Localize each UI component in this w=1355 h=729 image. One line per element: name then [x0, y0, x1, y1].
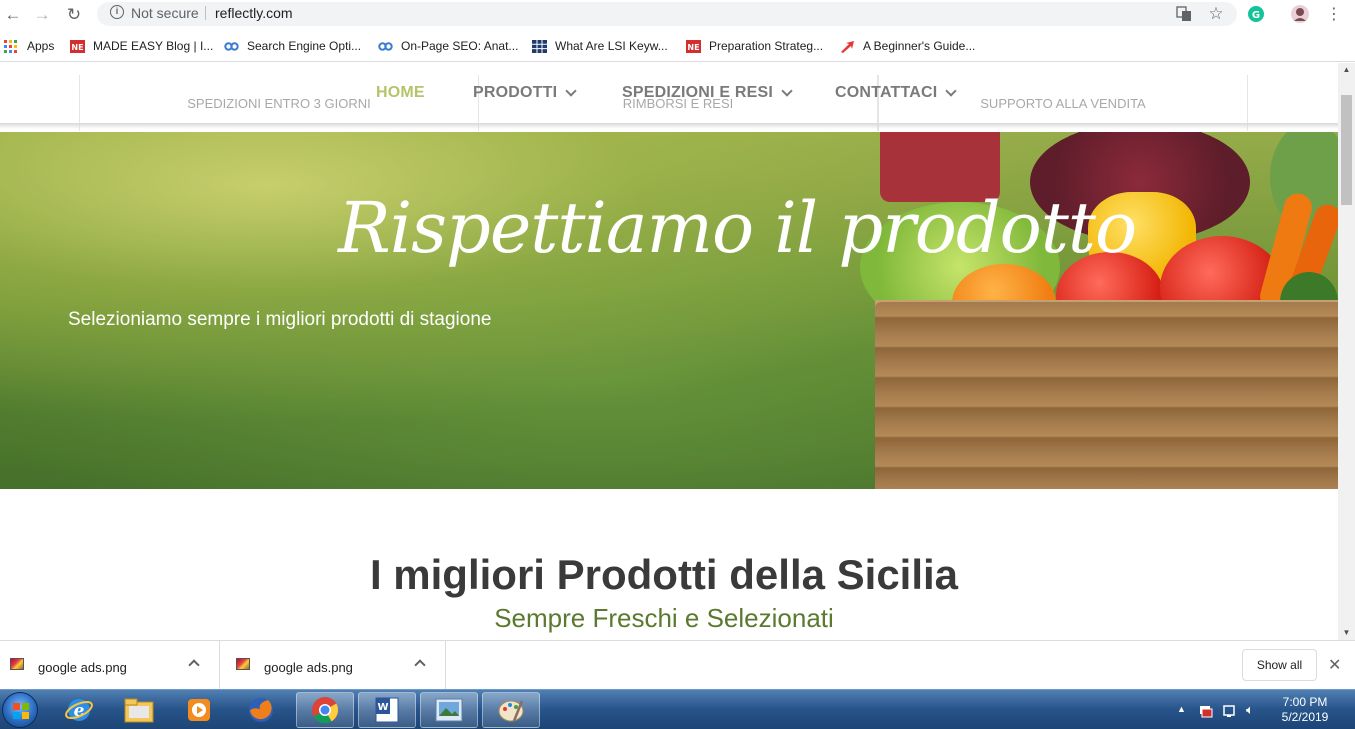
- firefox-icon[interactable]: [232, 692, 290, 728]
- url-text[interactable]: reflectly.com: [215, 5, 293, 21]
- made-easy-icon: NE: [686, 39, 701, 53]
- start-button[interactable]: [2, 692, 38, 728]
- bookmark-label: A Beginner's Guide...: [863, 39, 976, 53]
- chevron-down-icon: [781, 84, 793, 97]
- download-item[interactable]: google ads.png: [0, 641, 220, 690]
- download-filename: google ads.png: [38, 660, 127, 675]
- bookmark-label: Apps: [27, 39, 55, 53]
- chevron-up-icon[interactable]: [414, 659, 426, 671]
- nav-spedizioni[interactable]: SPEDIZIONI E RESI: [622, 84, 793, 102]
- info-icon[interactable]: i: [110, 5, 124, 19]
- bookmark-apps[interactable]: Apps: [4, 38, 54, 54]
- section-title: I migliori Prodotti della Sicilia: [369, 551, 959, 598]
- bookmark-preparation-strategy[interactable]: NE Preparation Strateg...: [686, 38, 823, 54]
- crate-box: [875, 302, 1338, 489]
- chrome-icon[interactable]: [296, 692, 354, 728]
- browser-toolbar: ← → ↻ i Not secure reflectly.com ☆ G ⋮: [0, 0, 1355, 30]
- back-arrow-icon[interactable]: ←: [2, 4, 24, 26]
- show-all-button[interactable]: Show all: [1242, 649, 1317, 681]
- chevron-down-icon: [945, 84, 958, 97]
- menu-shadow: [0, 123, 1338, 129]
- bookmark-label: Search Engine Opti...: [247, 39, 362, 53]
- nav-contattaci[interactable]: CONTATTACI: [835, 84, 958, 102]
- system-clock[interactable]: 7:00 PM 5/2/2019: [1270, 695, 1340, 725]
- svg-text:NE: NE: [687, 43, 699, 52]
- windows-taskbar: e W ▲ 🔈︎ 7:00 PM 5/2/2019: [0, 689, 1355, 729]
- download-filename: google ads.png: [264, 660, 353, 675]
- svg-text:NE: NE: [71, 43, 83, 52]
- hero-subtitle: Selezioniamo sempre i migliori prodotti …: [68, 309, 492, 330]
- bookmark-on-page-seo[interactable]: On-Page SEO: Anat...: [378, 38, 518, 54]
- svg-text:G: G: [1252, 10, 1260, 21]
- main-navigation: HOME PRODOTTI SPEDIZIONI E RESI CONTATTA…: [0, 63, 1338, 132]
- bookmark-lsi-keywords[interactable]: What Are LSI Keyw...: [532, 38, 668, 54]
- tray-expand-icon[interactable]: ▲: [1177, 704, 1186, 714]
- internet-explorer-icon[interactable]: e: [50, 692, 108, 728]
- chevron-down-icon: [565, 84, 577, 97]
- section-subtitle: Sempre Freschi e Selezionati: [494, 603, 834, 633]
- bookmark-label: On-Page SEO: Anat...: [401, 39, 519, 53]
- file-explorer-icon[interactable]: [110, 692, 168, 728]
- apps-grid-icon: [4, 39, 19, 53]
- reload-icon[interactable]: ↻: [63, 4, 85, 26]
- volume-icon[interactable]: 🔈︎: [1246, 702, 1254, 718]
- grid-icon: [532, 39, 547, 53]
- windows-logo-icon: [13, 703, 29, 719]
- hero-title: Rispettiamo il prodotto: [338, 187, 1137, 269]
- nav-spedizioni-label: SPEDIZIONI E RESI: [622, 84, 773, 101]
- scroll-down-arrow-icon[interactable]: ▼: [1338, 626, 1355, 640]
- network-icon[interactable]: [1222, 704, 1236, 721]
- image-file-icon: [10, 658, 24, 670]
- arrow-icon: [840, 40, 855, 53]
- download-bar: google ads.png google ads.png Show all ✕: [0, 640, 1355, 690]
- bookmarks-bar: Apps NE MADE EASY Blog | I... Search Eng…: [0, 30, 1355, 62]
- nav-home-label: HOME: [376, 84, 425, 101]
- bookmark-search-engine[interactable]: Search Engine Opti...: [224, 38, 361, 54]
- link-icon: [378, 40, 393, 53]
- close-icon[interactable]: ✕: [1328, 655, 1341, 675]
- paint-icon[interactable]: [482, 692, 540, 728]
- media-player-icon[interactable]: [170, 692, 228, 728]
- scrollbar-thumb[interactable]: [1341, 95, 1352, 205]
- action-center-flag-icon[interactable]: [1199, 704, 1213, 721]
- word-icon[interactable]: W: [358, 692, 416, 728]
- bookmark-beginners-guide[interactable]: A Beginner's Guide...: [840, 38, 975, 54]
- profile-avatar-icon[interactable]: [1291, 5, 1309, 23]
- bookmark-made-easy-blog[interactable]: NE MADE EASY Blog | I...: [70, 38, 213, 54]
- nav-prodotti[interactable]: PRODOTTI: [473, 84, 577, 102]
- scroll-up-arrow-icon[interactable]: ▲: [1338, 63, 1355, 77]
- clock-date: 5/2/2019: [1281, 710, 1329, 724]
- svg-text:W: W: [377, 702, 388, 713]
- nav-contattaci-label: CONTATTACI: [835, 84, 938, 101]
- image-file-icon: [236, 658, 250, 670]
- download-item[interactable]: google ads.png: [226, 641, 446, 690]
- bookmark-label: MADE EASY Blog | I...: [93, 39, 214, 53]
- hero-banner: Rispettiamo il prodotto Selezioniamo sem…: [0, 132, 1338, 489]
- bookmark-label: Preparation Strateg...: [709, 39, 824, 53]
- kebab-menu-icon[interactable]: ⋮: [1325, 5, 1343, 23]
- bookmark-label: What Are LSI Keyw...: [555, 39, 668, 53]
- clock-time: 7:00 PM: [1282, 695, 1328, 709]
- grammarly-icon[interactable]: G: [1247, 5, 1265, 23]
- security-label[interactable]: Not secure: [131, 5, 199, 21]
- made-easy-icon: NE: [70, 39, 85, 53]
- nav-home[interactable]: HOME: [376, 84, 425, 102]
- page-scrollbar[interactable]: ▲ ▼: [1338, 63, 1355, 640]
- nav-prodotti-label: PRODOTTI: [473, 84, 558, 101]
- translate-icon[interactable]: [1175, 5, 1193, 23]
- star-bookmark-icon[interactable]: ☆: [1207, 4, 1225, 23]
- chevron-up-icon[interactable]: [188, 659, 200, 671]
- page-viewport: SPEDIZIONI ENTRO 3 GIORNI RIMBORSI E RES…: [0, 63, 1338, 640]
- photo-viewer-icon[interactable]: [420, 692, 478, 728]
- forward-arrow-icon[interactable]: →: [31, 4, 53, 26]
- link-icon: [224, 40, 239, 53]
- address-separator: [205, 6, 206, 20]
